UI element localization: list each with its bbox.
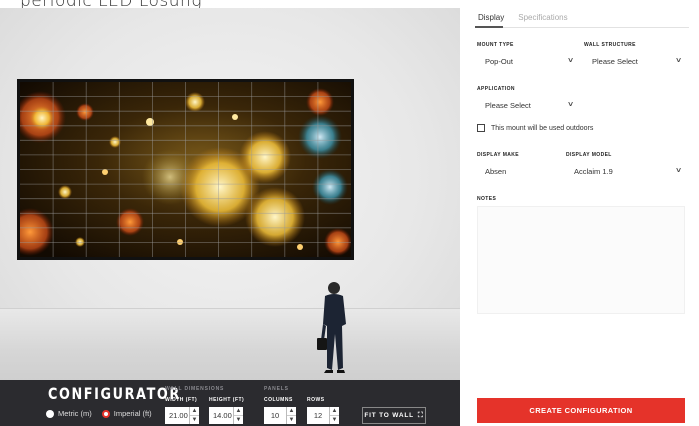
unit-selector: Metric (m) Imperial (ft) — [46, 409, 162, 418]
columns-stepper[interactable]: 10 ▲ ▼ — [264, 407, 296, 424]
tab-specifications[interactable]: Specifications — [518, 13, 567, 22]
height-increment-button[interactable]: ▲ — [234, 407, 243, 415]
display-make-select[interactable]: Absen ∨ — [477, 161, 579, 181]
display-make-label: DISPLAY MAKE — [477, 152, 520, 158]
floor — [0, 308, 460, 380]
wall-structure-select[interactable]: Please Select ∨ — [584, 51, 687, 71]
fit-to-wall-button[interactable]: FIT TO WALL ⛶ — [362, 407, 426, 424]
expand-icon: ⛶ — [417, 411, 424, 419]
width-stepper[interactable]: 21.00 ▲ ▼ — [165, 407, 199, 424]
fit-to-wall-label: FIT TO WALL — [364, 412, 414, 419]
width-decrement-button[interactable]: ▼ — [190, 415, 199, 424]
floor-line — [0, 308, 460, 309]
imperial-label: Imperial (ft) — [113, 409, 152, 418]
columns-label: COLUMNS — [264, 397, 293, 403]
create-configuration-button[interactable]: CREATE CONFIGURATION — [477, 398, 685, 423]
mount-type-select[interactable]: Pop-Out ∨ — [477, 51, 579, 71]
chevron-down-icon: ∨ — [674, 167, 683, 174]
width-value[interactable]: 21.00 — [165, 407, 189, 424]
tab-divider — [475, 27, 689, 28]
outdoor-checkbox[interactable] — [477, 124, 485, 132]
height-stepper[interactable]: 14.00 ▲ ▼ — [209, 407, 243, 424]
configurator-bar: CONFIGURATOR Metric (m) Imperial (ft) WA… — [0, 380, 460, 426]
application-label: APPLICATION — [477, 86, 515, 92]
led-screen-preview — [17, 79, 354, 260]
wall-structure-label: WALL STRUCTURE — [584, 42, 636, 48]
width-label: WIDTH (FT) — [165, 397, 198, 403]
application-value: Please Select — [485, 100, 531, 110]
application-select[interactable]: Please Select ∨ — [477, 95, 579, 115]
bokeh-image — [20, 82, 351, 257]
columns-increment-button[interactable]: ▲ — [287, 407, 296, 415]
outdoor-checkbox-label: This mount will be used outdoors — [491, 124, 594, 132]
rows-increment-button[interactable]: ▲ — [330, 407, 339, 415]
configurator-title: CONFIGURATOR — [48, 384, 181, 403]
wall-structure-value: Please Select — [592, 56, 638, 66]
wall-dimensions-label: WALL DIMENSIONS — [165, 386, 225, 392]
active-tab-indicator — [475, 26, 503, 28]
chevron-down-icon: ∨ — [566, 57, 575, 64]
imperial-radio[interactable] — [101, 409, 110, 418]
panels-label: PANELS — [264, 386, 289, 392]
notes-textarea[interactable] — [477, 206, 685, 314]
columns-decrement-button[interactable]: ▼ — [287, 415, 296, 424]
rows-value[interactable]: 12 — [307, 407, 329, 424]
settings-panel: Display Specifications MOUNT TYPE Pop-Ou… — [460, 0, 699, 426]
chevron-down-icon: ∨ — [674, 57, 683, 64]
wall-preview — [0, 8, 460, 380]
height-label: HEIGHT (FT) — [209, 397, 245, 403]
metric-label: Metric (m) — [58, 409, 92, 418]
display-model-select[interactable]: Acclaim 1.9 ∨ — [566, 161, 687, 181]
rows-label: ROWS — [307, 397, 325, 403]
display-model-value: Acclaim 1.9 — [574, 166, 613, 176]
height-decrement-button[interactable]: ▼ — [234, 415, 243, 424]
notes-label: NOTES — [477, 196, 497, 202]
mount-type-label: MOUNT TYPE — [477, 42, 514, 48]
outdoor-checkbox-row[interactable]: This mount will be used outdoors — [477, 124, 593, 132]
display-model-label: DISPLAY MODEL — [566, 152, 612, 158]
columns-value[interactable]: 10 — [264, 407, 286, 424]
metric-radio[interactable] — [46, 409, 54, 418]
rows-decrement-button[interactable]: ▼ — [330, 415, 339, 424]
height-value[interactable]: 14.00 — [209, 407, 233, 424]
person-scale-figure — [317, 282, 346, 373]
tab-display[interactable]: Display — [478, 13, 504, 22]
mount-type-value: Pop-Out — [485, 56, 513, 66]
chevron-down-icon: ∨ — [566, 101, 575, 108]
width-increment-button[interactable]: ▲ — [190, 407, 199, 415]
display-make-value: Absen — [485, 166, 507, 176]
rows-stepper[interactable]: 12 ▲ ▼ — [307, 407, 339, 424]
panel-tabs: Display Specifications — [478, 13, 582, 22]
